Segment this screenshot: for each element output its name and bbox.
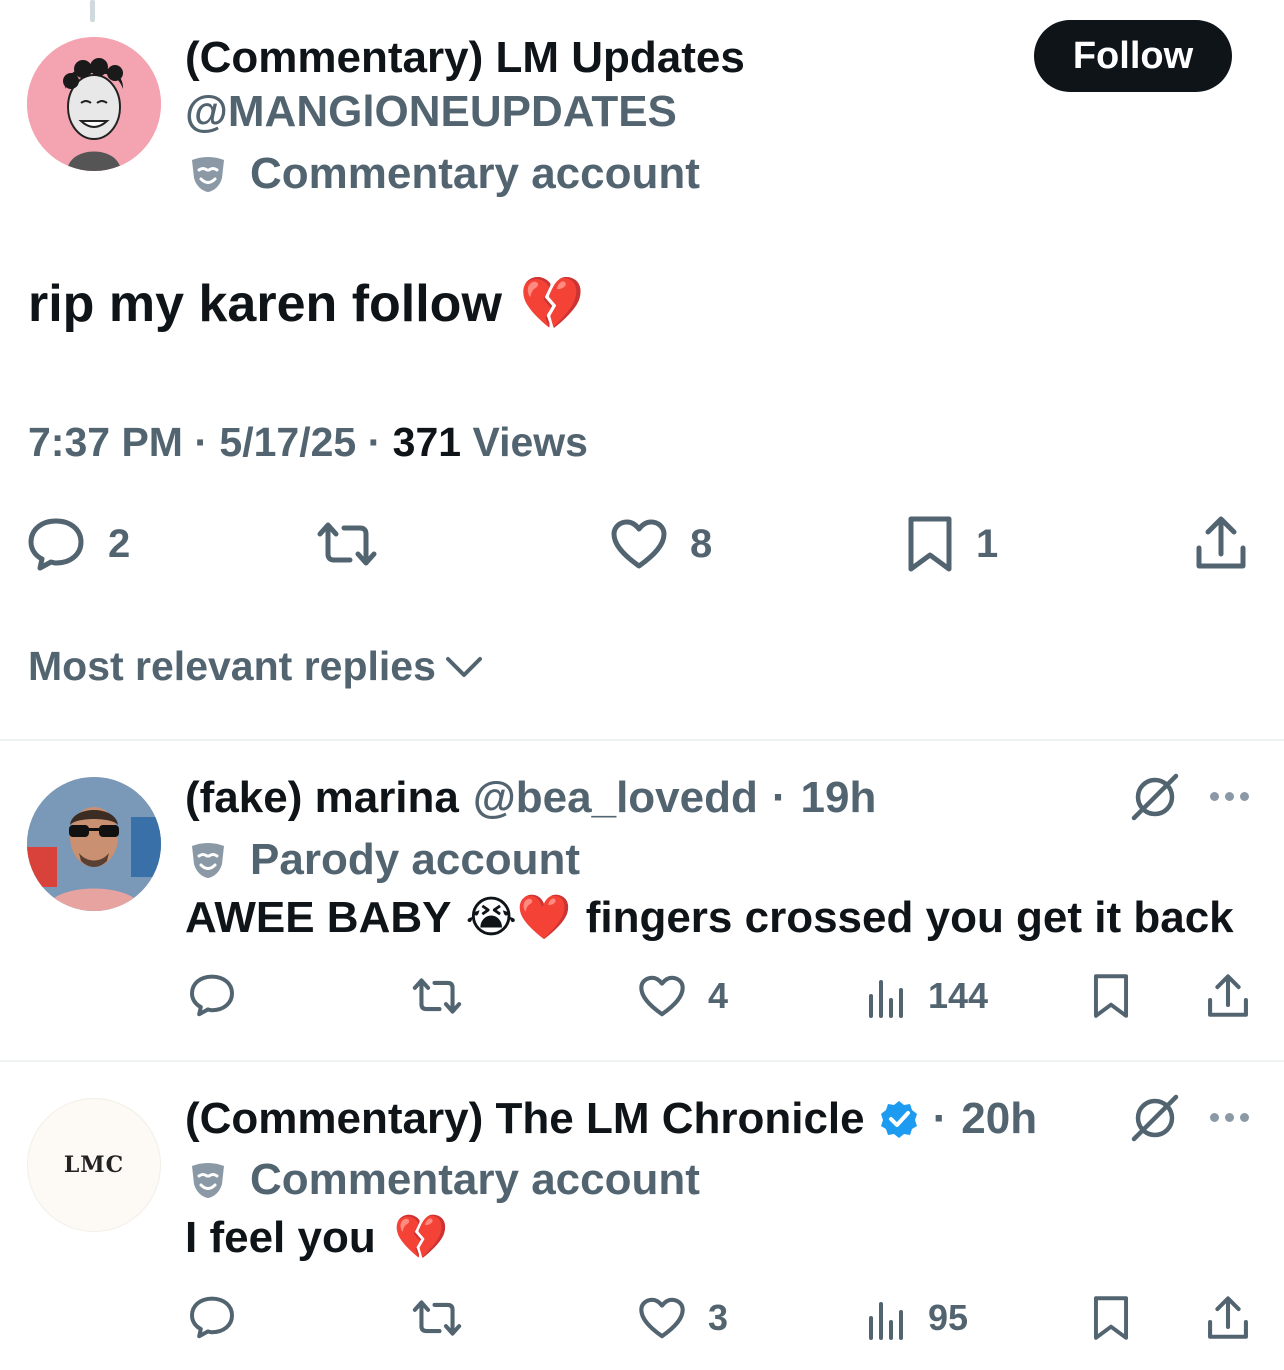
grok-icon[interactable] [1130, 1093, 1180, 1143]
share-button[interactable] [1206, 972, 1250, 1020]
thread-connector-line [90, 0, 95, 22]
post-date[interactable]: 5/17/25 [219, 419, 356, 465]
reply-header: (fake) marina @bea_lovedd · 19h [185, 773, 877, 822]
mask-icon [188, 154, 228, 194]
reply-handle[interactable]: @bea_lovedd [473, 776, 758, 820]
repost-icon [317, 522, 377, 566]
repost-icon [412, 978, 462, 1014]
reply-text-after: fingers crossed you get it back [585, 893, 1234, 942]
account-type-text: Parody account [250, 835, 581, 884]
author-avatar[interactable] [27, 37, 161, 171]
reply-time[interactable]: 19h [801, 776, 877, 820]
broken-heart-emoji: 💔 [393, 1213, 449, 1262]
replies-sort-dropdown[interactable]: Most relevant replies [28, 646, 484, 687]
bookmark-count: 1 [976, 522, 999, 566]
account-type-label: Commentary account [188, 152, 700, 196]
reply-count: 2 [108, 522, 131, 566]
like-count: 4 [708, 975, 729, 1016]
mask-icon [188, 840, 228, 880]
share-icon [1208, 974, 1248, 1017]
reply-icon [28, 518, 84, 571]
like-button[interactable]: 4 [638, 974, 728, 1018]
repost-button[interactable] [410, 976, 464, 1016]
account-type-text: Commentary account [250, 1155, 700, 1204]
reply-icon [190, 1296, 234, 1339]
heart-icon [639, 1297, 685, 1339]
reply-text: AWEE BABY 😭❤️ fingers crossed you get it… [185, 896, 1234, 940]
like-button[interactable]: 8 [610, 518, 712, 570]
grok-icon[interactable] [1130, 772, 1180, 822]
reply-actions: 3 95 [0, 1290, 1284, 1350]
account-type-label: Parody account [188, 838, 580, 882]
reply-actions: 4 144 [0, 968, 1284, 1028]
reply-display-name[interactable]: (Commentary) The LM Chronicle [185, 1097, 865, 1141]
reply-header: (Commentary) The LM Chronicle · 20h [185, 1094, 1038, 1143]
repost-icon [412, 1300, 462, 1336]
post-meta: 7:37 PM · 5/17/25 · 371 Views [28, 419, 588, 465]
sort-label: Most relevant replies [28, 643, 436, 689]
repost-button[interactable] [314, 520, 380, 568]
bookmark-icon [908, 516, 952, 572]
heart-icon [639, 975, 685, 1017]
views-label: Views [472, 419, 588, 465]
author-handle[interactable]: @MANGlONEUPDATES [185, 90, 677, 134]
analytics-icon [869, 980, 903, 1018]
heart-icon [611, 519, 667, 569]
chevron-down-icon [445, 656, 482, 677]
view-count: 144 [928, 975, 989, 1016]
more-options-icon[interactable] [1210, 789, 1254, 803]
more-options-icon[interactable] [1210, 1110, 1254, 1124]
divider [0, 739, 1284, 741]
account-type-text: Commentary account [250, 149, 700, 198]
mask-icon [188, 1160, 228, 1200]
account-type-label: Commentary account [188, 1158, 700, 1202]
reply-display-name[interactable]: (fake) marina [185, 776, 459, 820]
share-button[interactable] [1194, 514, 1248, 572]
bookmark-icon [1093, 1296, 1129, 1340]
reply-icon [190, 974, 234, 1017]
analytics-icon [869, 1302, 903, 1340]
reply-text-before: AWEE BABY [185, 893, 452, 942]
views-button[interactable]: 95 [866, 1296, 968, 1340]
bookmark-button[interactable] [1092, 1294, 1130, 1342]
view-count: 95 [928, 1297, 969, 1338]
reply-button[interactable]: 2 [26, 516, 130, 572]
bookmark-button[interactable]: 1 [906, 514, 998, 574]
broken-heart-emoji: 💔 [519, 275, 585, 333]
post-text: rip my karen follow 💔 [28, 278, 585, 330]
divider [0, 1060, 1284, 1062]
post-time[interactable]: 7:37 PM [28, 419, 183, 465]
like-count: 8 [690, 522, 713, 566]
follow-button[interactable]: Follow [1034, 20, 1232, 92]
bookmark-button[interactable] [1092, 972, 1130, 1020]
like-button[interactable]: 3 [638, 1296, 728, 1340]
crying-heart-emoji: 😭❤️ [465, 893, 572, 942]
views-count: 371 [392, 419, 462, 465]
share-button[interactable] [1206, 1294, 1250, 1342]
share-icon [1196, 516, 1246, 569]
author-display-name[interactable]: (Commentary) LM Updates [185, 36, 745, 80]
bookmark-icon [1093, 974, 1129, 1018]
share-icon [1208, 1296, 1248, 1339]
reply-avatar[interactable] [27, 777, 161, 911]
repost-button[interactable] [410, 1298, 464, 1338]
views-button[interactable]: 144 [866, 974, 988, 1018]
reply-avatar[interactable]: LMC [27, 1098, 161, 1232]
reply-text: I feel you 💔 [185, 1216, 449, 1260]
post-text-body: rip my karen follow [28, 275, 502, 333]
reply-time[interactable]: 20h [961, 1097, 1037, 1141]
reply-button[interactable] [188, 972, 236, 1018]
like-count: 3 [708, 1297, 729, 1338]
reply-text-before: I feel you [185, 1213, 376, 1262]
avatar-logo-text: LMC [63, 1152, 125, 1178]
reply-button[interactable] [188, 1294, 236, 1340]
verified-badge-icon [880, 1101, 917, 1138]
